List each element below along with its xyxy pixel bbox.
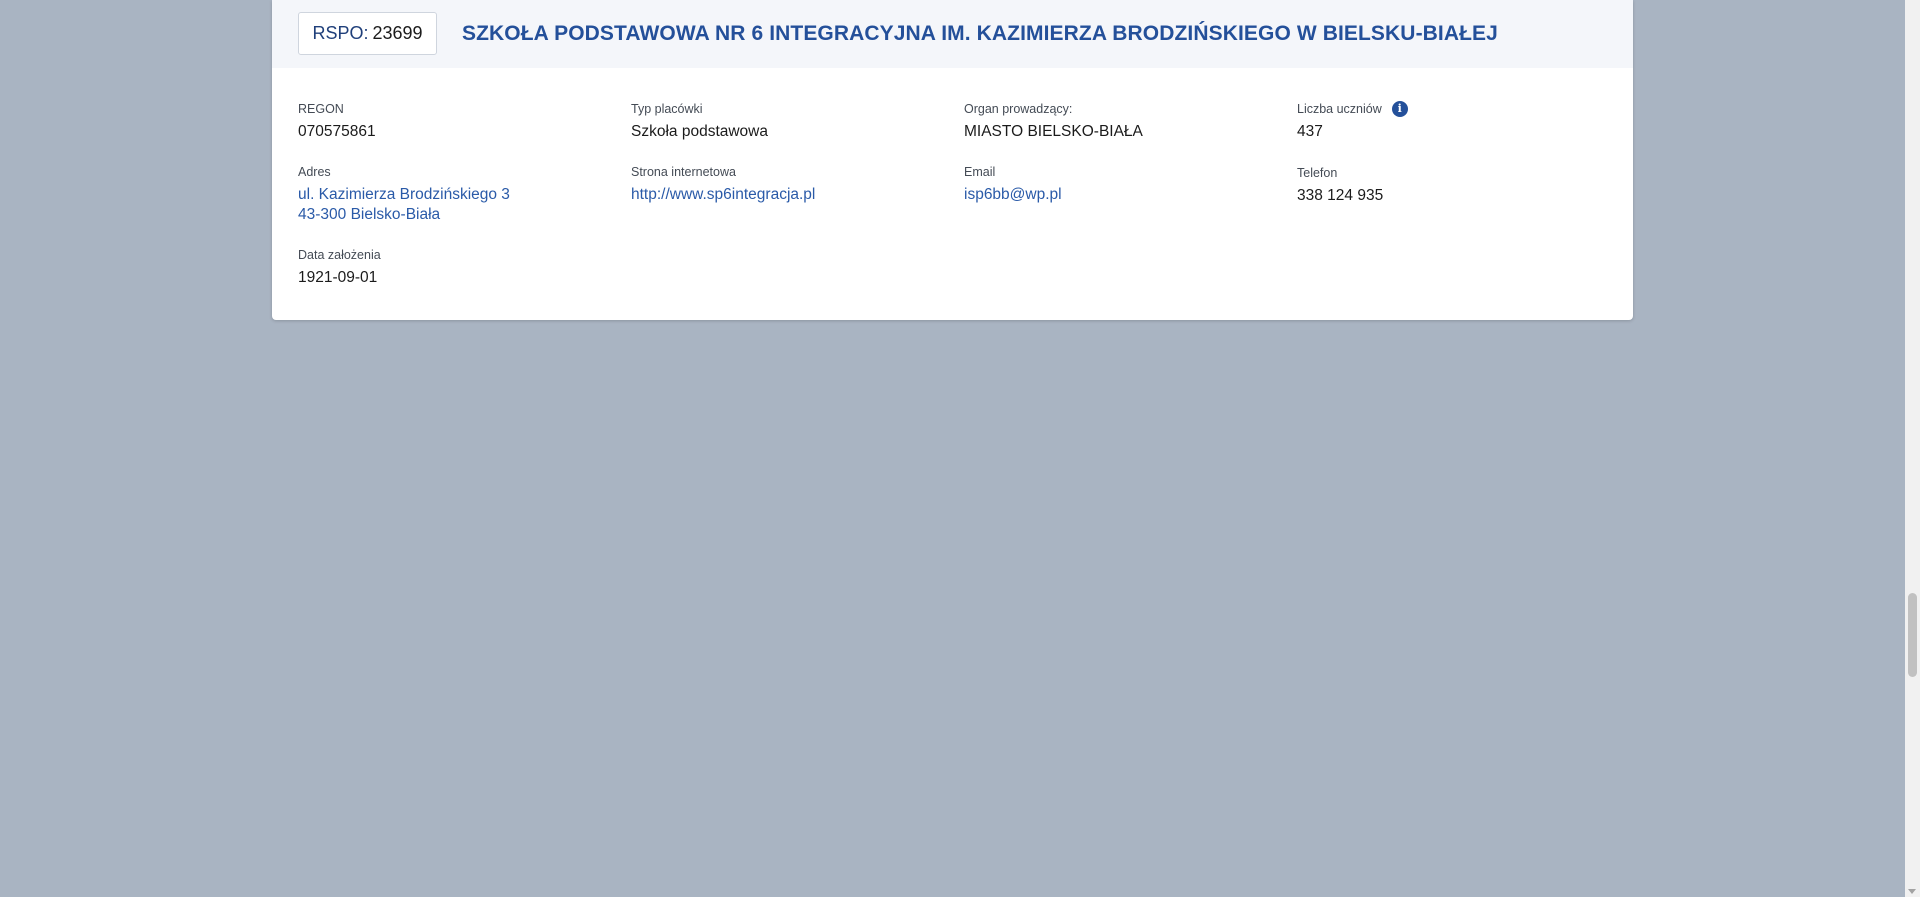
field-organ-prowadzacy: Organ prowadzący: MIASTO BIELSKO-BIAŁA bbox=[964, 101, 1143, 142]
field-strona-internetowa: Strona internetowa http://www.sp6integra… bbox=[631, 164, 815, 205]
adres-line-2: 43-300 Bielsko-Biała bbox=[298, 206, 441, 223]
rspo-number: 23699 bbox=[372, 23, 423, 43]
scroll-down-arrow-icon[interactable] bbox=[1908, 889, 1916, 894]
adres-line-1: ul. Kazimierza Brodzińskiego 3 bbox=[298, 186, 510, 203]
rspo-label: RSPO: bbox=[312, 23, 369, 43]
regon-label: REGON bbox=[298, 102, 344, 116]
field-telefon: Telefon 338 124 935 bbox=[1297, 165, 1383, 206]
page: RSPO: 23699 SZKOŁA PODSTAWOWA NR 6 INTEG… bbox=[0, 0, 1920, 897]
field-adres: Adres ul. Kazimierza Brodzińskiego 3 43-… bbox=[298, 164, 510, 225]
data-zalozenia-value: 1921-09-01 bbox=[298, 269, 378, 286]
rspo-badge: RSPO: 23699 bbox=[298, 12, 437, 55]
field-email: Email isp6bb@wp.pl bbox=[964, 164, 1062, 205]
strona-internetowa-label: Strona internetowa bbox=[631, 165, 736, 179]
telefon-label: Telefon bbox=[1297, 166, 1338, 180]
field-liczba-uczniow: Liczba uczniów i 437 bbox=[1297, 101, 1408, 142]
card-header: RSPO: 23699 SZKOŁA PODSTAWOWA NR 6 INTEG… bbox=[272, 0, 1633, 68]
scrollbar-thumb[interactable] bbox=[1908, 593, 1917, 677]
school-card: RSPO: 23699 SZKOŁA PODSTAWOWA NR 6 INTEG… bbox=[272, 0, 1633, 320]
organ-prowadzacy-value: MIASTO BIELSKO-BIAŁA bbox=[964, 123, 1143, 140]
info-icon[interactable]: i bbox=[1391, 101, 1408, 117]
typ-placowki-value: Szkoła podstawowa bbox=[631, 123, 768, 140]
scrollbar[interactable] bbox=[1905, 0, 1920, 897]
field-typ-placowki: Typ placówki Szkoła podstawowa bbox=[631, 101, 768, 142]
school-name: SZKOŁA PODSTAWOWA NR 6 INTEGRACYJNA IM. … bbox=[462, 22, 1498, 45]
telefon-value: 338 124 935 bbox=[1297, 187, 1384, 204]
liczba-uczniow-value: 437 bbox=[1297, 123, 1323, 140]
data-zalozenia-label: Data założenia bbox=[298, 248, 381, 262]
typ-placowki-label: Typ placówki bbox=[631, 102, 703, 116]
field-regon: REGON 070575861 bbox=[298, 101, 376, 142]
liczba-uczniow-label: Liczba uczniów bbox=[1297, 102, 1382, 116]
organ-prowadzacy-label: Organ prowadzący: bbox=[964, 102, 1073, 116]
email-label: Email bbox=[964, 165, 996, 179]
email-link[interactable]: isp6bb@wp.pl bbox=[964, 185, 1062, 205]
strona-internetowa-link[interactable]: http://www.sp6integracja.pl bbox=[631, 185, 815, 205]
adres-label: Adres bbox=[298, 165, 331, 179]
regon-value: 070575861 bbox=[298, 123, 376, 140]
field-data-zalozenia: Data założenia 1921-09-01 bbox=[298, 247, 381, 288]
adres-link[interactable]: ul. Kazimierza Brodzińskiego 3 43-300 Bi… bbox=[298, 185, 510, 225]
